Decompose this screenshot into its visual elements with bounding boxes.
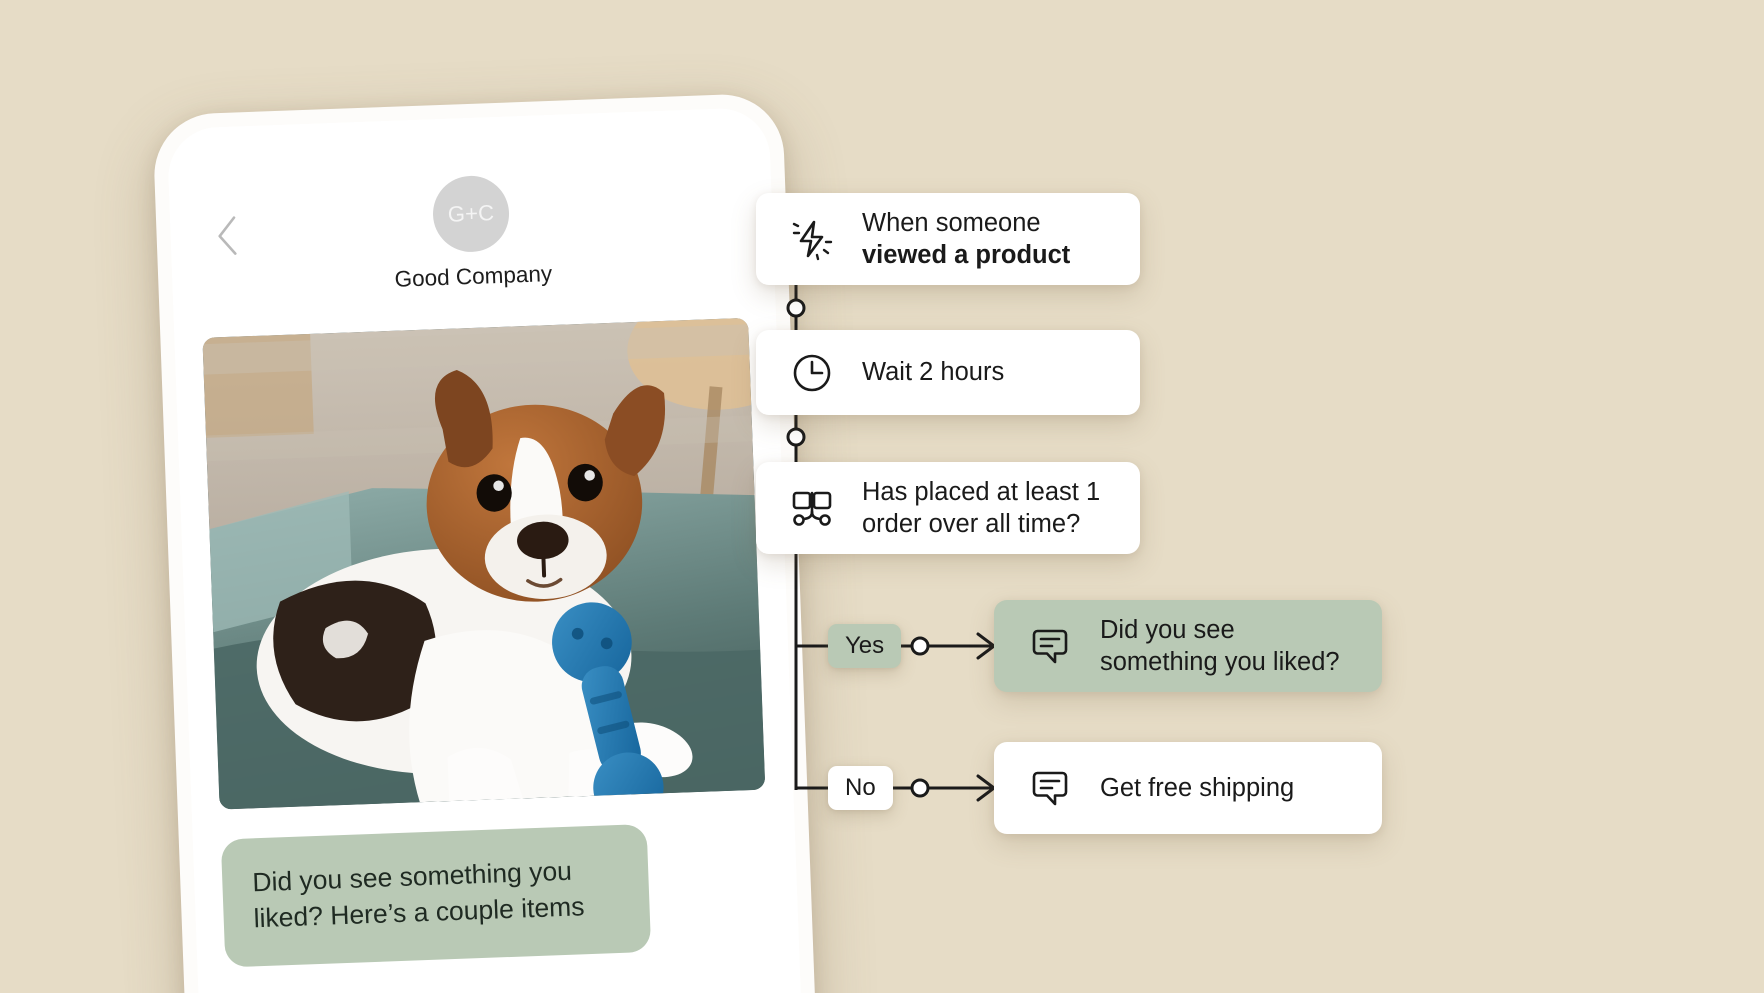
flow-node-no-message-label: Get free shipping — [1100, 773, 1295, 802]
branch-label-no-text: No — [845, 774, 876, 801]
chevron-left-icon[interactable] — [214, 214, 242, 257]
phone-mockup: G+C Good Company Did you see something y… — [152, 92, 819, 993]
canvas: G+C Good Company Did you see something y… — [0, 0, 1764, 993]
branch-label-yes[interactable]: Yes — [828, 624, 902, 668]
chat-body: Did you see something you liked? Here’s … — [174, 317, 799, 969]
flow-node-condition[interactable]: Has placed at least 1 order over all tim… — [756, 462, 1140, 554]
product-photo — [202, 317, 766, 810]
branch-split-icon — [790, 486, 834, 530]
message-bubble-icon — [1028, 766, 1072, 810]
flow-node-wait[interactable]: Wait 2 hours — [756, 330, 1140, 415]
phone-body: G+C Good Company Did you see something y… — [152, 92, 819, 993]
chat-message-text: Did you see something you liked? Here’s … — [251, 855, 585, 934]
clock-icon — [790, 351, 834, 395]
branch-label-yes-text: Yes — [845, 632, 885, 659]
lightning-bolt-icon — [790, 217, 834, 261]
branch-label-no[interactable]: No — [828, 766, 893, 810]
automation-flow: When someone viewed a product Wait 2 hou… — [756, 0, 1764, 993]
flow-node-yes-message[interactable]: Did you see something you liked? — [994, 600, 1382, 692]
phone-screen: G+C Good Company Did you see something y… — [166, 106, 805, 993]
chat-message-bubble: Did you see something you liked? Here’s … — [220, 823, 652, 968]
flow-node-trigger-label: When someone viewed a product — [862, 207, 1106, 272]
flow-node-yes-message-label: Did you see something you liked? — [1100, 615, 1340, 676]
flow-node-no-message[interactable]: Get free shipping — [994, 742, 1382, 834]
flow-node-condition-label: Has placed at least 1 order over all tim… — [862, 477, 1101, 538]
avatar: G+C — [431, 174, 511, 254]
message-bubble-icon — [1028, 624, 1072, 668]
avatar-initials: G+C — [447, 200, 495, 227]
trigger-bold: viewed a product — [862, 241, 1071, 269]
chat-header: G+C Good Company — [166, 106, 777, 339]
trigger-prefix: When someone — [862, 208, 1041, 237]
flow-node-wait-label: Wait 2 hours — [862, 358, 1005, 387]
flow-node-trigger[interactable]: When someone viewed a product — [756, 193, 1140, 285]
company-name: Good Company — [394, 261, 553, 292]
